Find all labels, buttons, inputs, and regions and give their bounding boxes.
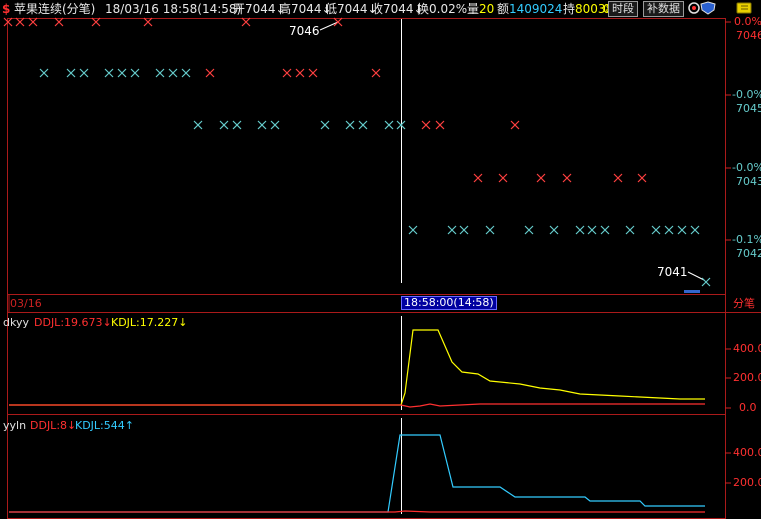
down-tick-marker bbox=[270, 120, 280, 130]
yyln-ddjl-value: DDJL:8↓ bbox=[30, 419, 77, 432]
down-tick-marker bbox=[664, 225, 674, 235]
up-tick-marker bbox=[15, 17, 25, 27]
axis-price-4: 7042 bbox=[736, 247, 761, 260]
down-tick-marker bbox=[587, 225, 597, 235]
axis-price-2: 7045 bbox=[736, 102, 761, 115]
chart-canvas[interactable] bbox=[0, 0, 761, 519]
down-tick-marker bbox=[651, 225, 661, 235]
up-tick-markers bbox=[3, 17, 647, 183]
yyln-axis-400: 400.0 bbox=[733, 446, 761, 459]
down-tick-marker bbox=[232, 120, 242, 130]
trough-price-label: 7041 bbox=[657, 265, 688, 279]
down-tick-marker bbox=[193, 120, 203, 130]
up-tick-marker bbox=[54, 17, 64, 27]
down-tick-marker bbox=[155, 68, 165, 78]
down-tick-marker bbox=[219, 120, 229, 130]
down-tick-marker bbox=[447, 225, 457, 235]
up-tick-marker bbox=[613, 173, 623, 183]
up-tick-marker bbox=[28, 17, 38, 27]
yyln-indicator-name[interactable]: yyln bbox=[3, 420, 26, 432]
dkyy-ddjl-value: DDJL:19.673↓ bbox=[34, 316, 112, 329]
period-unit-label[interactable]: 分笔 bbox=[733, 298, 755, 310]
down-tick-marker bbox=[181, 68, 191, 78]
up-tick-marker bbox=[371, 68, 381, 78]
yyln-ddjl-line bbox=[9, 510, 705, 513]
up-tick-marker bbox=[421, 120, 431, 130]
time-axis-frame bbox=[7, 294, 726, 313]
down-tick-marker bbox=[524, 225, 534, 235]
main-chart-frame bbox=[7, 18, 726, 295]
down-tick-marker bbox=[104, 68, 114, 78]
down-tick-marker bbox=[549, 225, 559, 235]
axis-pct-4: -0.1% bbox=[732, 233, 761, 246]
down-tick-marker bbox=[485, 225, 495, 235]
down-tick-marker bbox=[257, 120, 267, 130]
axis-pct-1: 0.0% bbox=[734, 15, 761, 28]
down-tick-marker bbox=[39, 68, 49, 78]
dkyy-ddjl-line bbox=[9, 403, 705, 408]
dkyy-axis-0: 0.0 bbox=[739, 401, 757, 414]
peak-pointer bbox=[319, 21, 339, 31]
down-tick-marker bbox=[600, 225, 610, 235]
up-tick-marker bbox=[282, 68, 292, 78]
down-tick-marker bbox=[625, 225, 635, 235]
dkyy-axis-200: 200.0 bbox=[733, 371, 761, 384]
down-tick-marker bbox=[117, 68, 127, 78]
down-tick-marker bbox=[575, 225, 585, 235]
down-tick-marker bbox=[459, 225, 469, 235]
yyln-kdjl-value: KDJL:544↑ bbox=[75, 419, 134, 432]
up-tick-marker bbox=[143, 17, 153, 27]
up-tick-marker bbox=[91, 17, 101, 27]
dkyy-kdjl-line bbox=[9, 329, 705, 406]
up-tick-marker bbox=[562, 173, 572, 183]
up-tick-marker bbox=[295, 68, 305, 78]
dkyy-kdjl-value: KDJL:17.227↓ bbox=[111, 316, 188, 329]
down-tick-marker bbox=[690, 225, 700, 235]
axis-pct-3: -0.0% bbox=[732, 161, 761, 174]
up-tick-marker bbox=[536, 173, 546, 183]
down-tick-marker bbox=[130, 68, 140, 78]
down-tick-marker bbox=[79, 68, 89, 78]
axis-price-1: 7046 bbox=[736, 29, 761, 42]
down-tick-marker bbox=[168, 68, 178, 78]
scroll-indicator[interactable] bbox=[684, 290, 700, 293]
down-tick-marker bbox=[320, 120, 330, 130]
down-tick-marker bbox=[701, 277, 711, 287]
trough-pointer bbox=[687, 271, 705, 281]
up-tick-marker bbox=[435, 120, 445, 130]
dkyy-axis-400: 400.0 bbox=[733, 342, 761, 355]
up-tick-marker bbox=[498, 173, 508, 183]
yyln-axis-200: 200.0 bbox=[733, 476, 761, 489]
up-tick-marker bbox=[333, 17, 343, 27]
cursor-time-label: 18:58:00(14:58) bbox=[401, 296, 497, 310]
yyln-kdjl-line bbox=[9, 434, 705, 513]
down-tick-markers bbox=[39, 68, 711, 287]
up-tick-marker bbox=[473, 173, 483, 183]
dkyy-indicator-name[interactable]: dkyy bbox=[3, 317, 29, 329]
down-tick-marker bbox=[677, 225, 687, 235]
up-tick-marker bbox=[510, 120, 520, 130]
up-tick-marker bbox=[308, 68, 318, 78]
down-tick-marker bbox=[66, 68, 76, 78]
up-tick-marker bbox=[637, 173, 647, 183]
axis-pct-2: -0.0% bbox=[732, 88, 761, 101]
up-tick-marker bbox=[205, 68, 215, 78]
peak-price-label: 7046 bbox=[289, 24, 320, 38]
date-label: 03/16 bbox=[10, 297, 42, 310]
down-tick-marker bbox=[384, 120, 394, 130]
up-tick-marker bbox=[241, 17, 251, 27]
down-tick-marker bbox=[345, 120, 355, 130]
down-tick-marker bbox=[358, 120, 368, 130]
axis-price-3: 7043 bbox=[736, 175, 761, 188]
down-tick-marker bbox=[408, 225, 418, 235]
